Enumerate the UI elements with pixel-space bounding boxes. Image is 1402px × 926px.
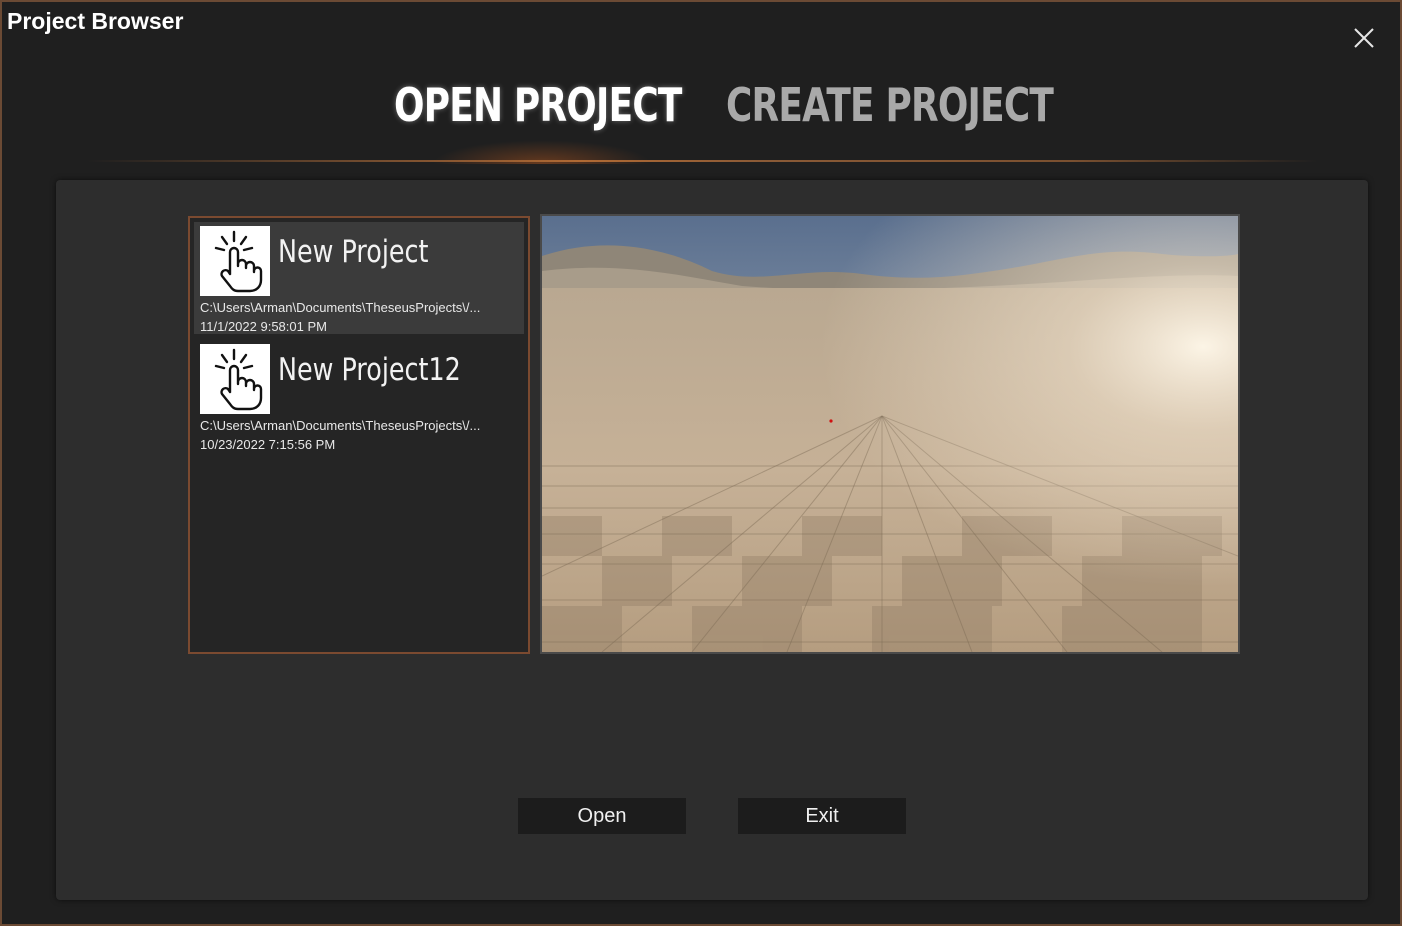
close-icon bbox=[1354, 28, 1374, 48]
project-item-new-project[interactable]: New Project C:\Users\Arman\Documents\The… bbox=[194, 222, 524, 334]
tab-divider bbox=[87, 160, 1317, 162]
project-date: 10/23/2022 7:15:56 PM bbox=[200, 437, 336, 452]
project-path: C:\Users\Arman\Documents\TheseusProjects… bbox=[200, 418, 481, 433]
content-panel: New Project C:\Users\Arman\Documents\The… bbox=[56, 180, 1368, 900]
exit-button[interactable]: Exit bbox=[738, 798, 906, 834]
close-button[interactable] bbox=[1348, 22, 1380, 54]
project-path: C:\Users\Arman\Documents\TheseusProjects… bbox=[200, 300, 481, 315]
open-button[interactable]: Open bbox=[518, 798, 686, 834]
project-browser-window: Project Browser OPEN PROJECT CREATE PROJ… bbox=[0, 0, 1402, 926]
project-name: New Project bbox=[278, 234, 429, 270]
tab-open-project[interactable]: OPEN PROJECT bbox=[394, 78, 682, 132]
project-list[interactable]: New Project C:\Users\Arman\Documents\The… bbox=[188, 216, 530, 654]
project-name: New Project12 bbox=[278, 352, 461, 388]
tab-bar: OPEN PROJECT CREATE PROJECT bbox=[2, 78, 1400, 144]
project-date: 11/1/2022 9:58:01 PM bbox=[200, 319, 327, 334]
tab-create-project[interactable]: CREATE PROJECT bbox=[726, 78, 1054, 132]
tap-hand-icon bbox=[214, 230, 263, 293]
project-thumbnail bbox=[200, 344, 270, 414]
project-thumbnail bbox=[200, 226, 270, 296]
project-item-new-project12[interactable]: New Project12 C:\Users\Arman\Documents\T… bbox=[194, 340, 524, 452]
project-preview-image bbox=[540, 214, 1240, 654]
tap-hand-icon bbox=[214, 348, 263, 411]
window-title: Project Browser bbox=[7, 8, 184, 34]
